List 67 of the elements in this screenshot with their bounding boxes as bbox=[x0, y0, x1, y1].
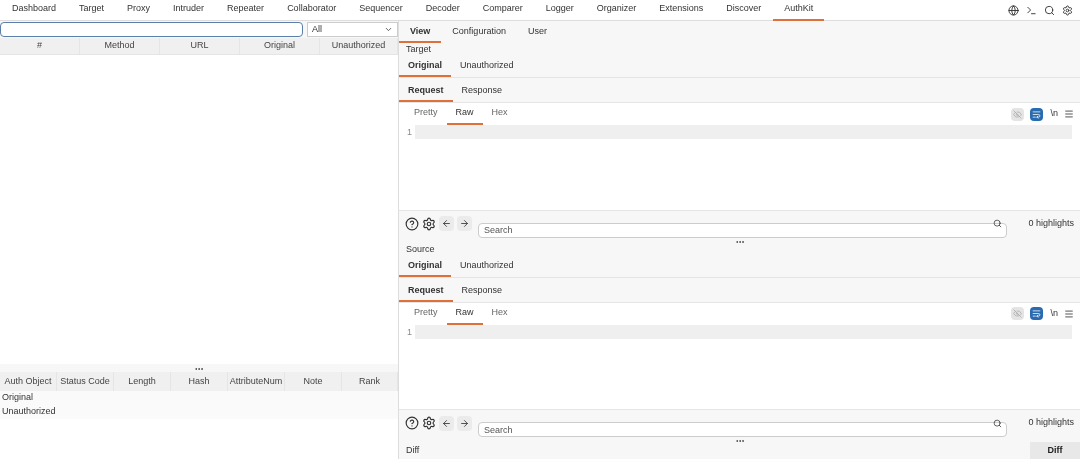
tool-tab[interactable]: Repeater bbox=[216, 0, 276, 21]
help-icon[interactable] bbox=[405, 416, 419, 430]
menu-icon[interactable] bbox=[1064, 109, 1074, 119]
column-header[interactable]: Original bbox=[240, 38, 320, 54]
column-header[interactable]: Method bbox=[80, 38, 160, 54]
diff-button[interactable]: Diff bbox=[1030, 442, 1080, 459]
tool-tab[interactable]: Intruder bbox=[162, 0, 216, 21]
tab[interactable]: User bbox=[516, 23, 558, 43]
globe-icon[interactable] bbox=[1008, 4, 1019, 16]
settings-icon[interactable] bbox=[422, 416, 436, 430]
search-icon[interactable] bbox=[993, 418, 1002, 428]
forward-arrow-icon[interactable] bbox=[457, 415, 472, 431]
tool-tab[interactable]: Target bbox=[68, 0, 116, 21]
settings-icon[interactable] bbox=[1062, 4, 1073, 16]
search-field[interactable]: Search bbox=[478, 422, 1007, 437]
section-title: Target bbox=[406, 43, 431, 57]
tool-tab[interactable]: Organizer bbox=[585, 0, 648, 21]
tab[interactable]: View bbox=[399, 23, 442, 43]
tab[interactable]: Pretty bbox=[405, 302, 447, 325]
column-header[interactable]: # bbox=[0, 38, 80, 54]
tool-tab[interactable]: Collaborator bbox=[276, 0, 348, 21]
tool-tab[interactable]: Discover bbox=[715, 0, 773, 21]
tab[interactable]: Original bbox=[399, 256, 451, 277]
newline-toggle[interactable]: \n bbox=[1050, 306, 1058, 321]
menu-icon[interactable] bbox=[1064, 308, 1074, 319]
table-cell: Original bbox=[2, 391, 33, 405]
tab[interactable]: Original bbox=[399, 57, 451, 77]
terminal-icon[interactable] bbox=[1026, 4, 1037, 16]
highlights-count: 0 highlights bbox=[1028, 216, 1074, 230]
tool-tab[interactable]: AuthKit bbox=[773, 0, 825, 21]
line-number: 1 bbox=[406, 325, 412, 339]
table-cell: Unauthorized bbox=[2, 405, 56, 419]
back-arrow-icon[interactable] bbox=[439, 415, 454, 431]
wrap-text-icon[interactable] bbox=[1030, 307, 1044, 320]
tool-tab[interactable]: Proxy bbox=[116, 0, 162, 21]
search-icon[interactable] bbox=[993, 219, 1002, 228]
tab[interactable]: Hex bbox=[482, 302, 517, 325]
column-header[interactable]: Unauthorized bbox=[320, 38, 398, 54]
line-number: 1 bbox=[406, 126, 412, 139]
newline-toggle[interactable]: \n bbox=[1050, 107, 1058, 121]
back-arrow-icon[interactable] bbox=[439, 216, 454, 231]
tool-tab[interactable]: Extensions bbox=[648, 0, 715, 21]
tool-tab[interactable]: Decoder bbox=[414, 0, 471, 21]
tab[interactable]: Pretty bbox=[405, 103, 447, 125]
tab[interactable]: Configuration bbox=[441, 23, 517, 43]
search-icon[interactable] bbox=[1044, 4, 1055, 16]
help-icon[interactable] bbox=[405, 216, 419, 231]
tab[interactable]: Response bbox=[452, 281, 512, 302]
search-field[interactable]: Search bbox=[478, 222, 1007, 238]
tab[interactable]: Unauthorized bbox=[451, 256, 523, 277]
column-header[interactable]: URL bbox=[160, 38, 240, 54]
tab[interactable]: Unauthorized bbox=[451, 57, 523, 77]
tool-tab[interactable]: Sequencer bbox=[348, 0, 414, 21]
settings-icon[interactable] bbox=[422, 216, 436, 231]
tool-tab[interactable]: Comparer bbox=[471, 0, 534, 21]
tool-tab[interactable]: Dashboard bbox=[1, 0, 68, 21]
forward-arrow-icon[interactable] bbox=[457, 216, 472, 231]
wrap-text-icon[interactable] bbox=[1030, 107, 1044, 121]
filter-select[interactable]: All bbox=[307, 22, 398, 37]
tab[interactable]: Response bbox=[452, 82, 512, 102]
tab[interactable]: Hex bbox=[482, 103, 517, 125]
filter-field[interactable] bbox=[0, 22, 303, 37]
section-title: Source bbox=[406, 242, 435, 256]
highlights-count: 0 highlights bbox=[1028, 416, 1074, 430]
chevron-down-icon[interactable] bbox=[384, 25, 393, 34]
tool-tab[interactable]: Logger bbox=[534, 0, 585, 21]
diff-label: Diff bbox=[406, 443, 420, 457]
